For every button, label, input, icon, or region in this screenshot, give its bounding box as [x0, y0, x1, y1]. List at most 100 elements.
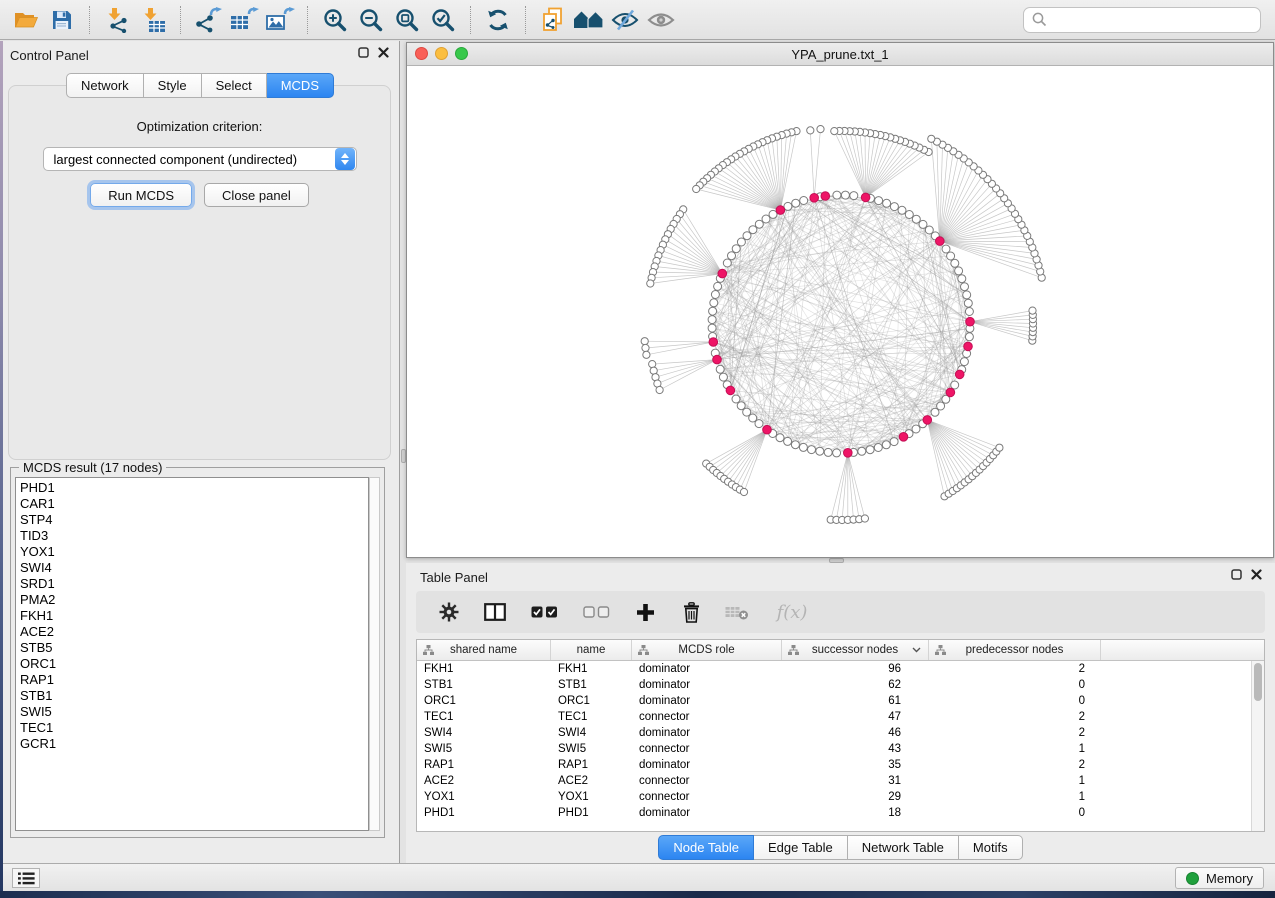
mcds-result-item[interactable]: STB1	[20, 688, 368, 704]
network-node[interactable]	[955, 267, 963, 275]
network-node[interactable]	[963, 291, 971, 299]
export-image-button[interactable]	[262, 4, 298, 36]
network-node[interactable]	[866, 446, 874, 454]
network-node[interactable]	[800, 197, 808, 205]
zoom-selected-button[interactable]	[425, 4, 461, 36]
network-node[interactable]	[693, 185, 700, 192]
network-node[interactable]	[919, 220, 927, 228]
mcds-node[interactable]	[726, 386, 735, 395]
network-node[interactable]	[643, 351, 650, 358]
network-node[interactable]	[951, 259, 959, 267]
network-node[interactable]	[708, 324, 716, 332]
mcds-node[interactable]	[844, 449, 853, 458]
mcds-node[interactable]	[946, 388, 955, 397]
network-node[interactable]	[642, 344, 649, 351]
network-node[interactable]	[942, 245, 950, 253]
table-row[interactable]: YOX1YOX1connector291	[417, 789, 1264, 805]
show-all-button[interactable]	[643, 4, 679, 36]
tab-style[interactable]: Style	[144, 73, 202, 98]
tab-mcds[interactable]: MCDS	[267, 73, 334, 98]
mcds-result-item[interactable]: STP4	[20, 512, 368, 528]
network-node[interactable]	[762, 215, 770, 223]
mcds-result-item[interactable]: FKH1	[20, 608, 368, 624]
table-row[interactable]: FKH1FKH1dominator962	[417, 661, 1264, 677]
mcds-result-item[interactable]: GCR1	[20, 736, 368, 752]
column-header-predecessor-nodes[interactable]: predecessor nodes	[929, 640, 1101, 660]
network-node[interactable]	[890, 438, 898, 446]
close-panel-button[interactable]: Close panel	[204, 183, 309, 207]
network-node[interactable]	[928, 135, 935, 142]
import-network-button[interactable]	[99, 4, 135, 36]
network-node[interactable]	[905, 211, 913, 219]
mcds-result-item[interactable]: CAR1	[20, 496, 368, 512]
zoom-fit-button[interactable]	[389, 4, 425, 36]
search-input[interactable]	[1053, 11, 1252, 28]
float-panel-icon[interactable]	[1231, 569, 1242, 580]
network-node[interactable]	[841, 191, 849, 199]
network-node[interactable]	[958, 275, 966, 283]
network-node[interactable]	[808, 446, 816, 454]
tab-network[interactable]: Network	[66, 73, 144, 98]
network-node[interactable]	[776, 434, 784, 442]
network-node[interactable]	[709, 307, 717, 315]
float-panel-icon[interactable]	[358, 47, 369, 58]
mcds-result-item[interactable]: SRD1	[20, 576, 368, 592]
network-node[interactable]	[882, 441, 890, 449]
network-node[interactable]	[951, 381, 959, 389]
network-window-titlebar[interactable]: YPA_prune.txt_1	[407, 43, 1273, 66]
table-row[interactable]: SWI4SWI4dominator462	[417, 725, 1264, 741]
close-panel-icon[interactable]	[378, 47, 389, 58]
network-node[interactable]	[833, 191, 841, 199]
network-node[interactable]	[711, 291, 719, 299]
table-settings-button[interactable]	[436, 599, 462, 625]
delete-table-button[interactable]	[724, 599, 750, 625]
mcds-node[interactable]	[966, 317, 975, 326]
network-node[interactable]	[732, 245, 740, 253]
table-row[interactable]: TEC1TEC1connector472	[417, 709, 1264, 725]
network-node[interactable]	[833, 449, 841, 457]
network-node[interactable]	[875, 197, 883, 205]
network-node[interactable]	[861, 515, 868, 522]
first-neighbors-button[interactable]	[571, 4, 607, 36]
mcds-node[interactable]	[899, 433, 908, 442]
column-header-shared-name[interactable]: shared name	[417, 640, 551, 660]
mcds-node[interactable]	[776, 206, 785, 215]
open-session-button[interactable]	[8, 4, 44, 36]
network-node[interactable]	[816, 447, 824, 455]
network-node[interactable]	[732, 395, 740, 403]
save-session-button[interactable]	[44, 4, 80, 36]
network-node[interactable]	[792, 199, 800, 207]
network-node[interactable]	[641, 338, 648, 345]
clone-network-button[interactable]	[535, 4, 571, 36]
mcds-result-item[interactable]: ACE2	[20, 624, 368, 640]
deselect-all-button[interactable]	[580, 599, 612, 625]
mcds-node[interactable]	[709, 338, 718, 347]
network-node[interactable]	[960, 358, 968, 366]
table-scrollbar-thumb[interactable]	[1254, 663, 1262, 701]
network-node[interactable]	[850, 192, 858, 200]
import-table-button[interactable]	[135, 4, 171, 36]
network-node[interactable]	[874, 444, 882, 452]
network-node[interactable]	[858, 447, 866, 455]
mcds-node[interactable]	[763, 425, 772, 434]
mcds-node[interactable]	[810, 194, 819, 203]
table-row[interactable]: ORC1ORC1dominator610	[417, 693, 1264, 709]
mcds-node[interactable]	[718, 269, 727, 278]
network-node[interactable]	[740, 488, 747, 495]
network-node[interactable]	[714, 282, 722, 290]
network-node[interactable]	[755, 420, 763, 428]
mcds-node[interactable]	[861, 193, 870, 202]
tab-edge-table[interactable]: Edge Table	[754, 835, 848, 860]
network-node[interactable]	[947, 252, 955, 260]
network-node[interactable]	[890, 203, 898, 211]
table-scrollbar[interactable]	[1251, 661, 1264, 831]
network-node[interactable]	[737, 402, 745, 410]
network-node[interactable]	[755, 220, 763, 228]
column-header-name[interactable]: name	[551, 640, 632, 660]
network-node[interactable]	[824, 448, 832, 456]
network-node[interactable]	[723, 259, 731, 267]
select-all-button[interactable]	[528, 599, 560, 625]
mcds-result-item[interactable]: PHD1	[20, 480, 368, 496]
zoom-in-button[interactable]	[317, 4, 353, 36]
tab-motifs[interactable]: Motifs	[959, 835, 1023, 860]
